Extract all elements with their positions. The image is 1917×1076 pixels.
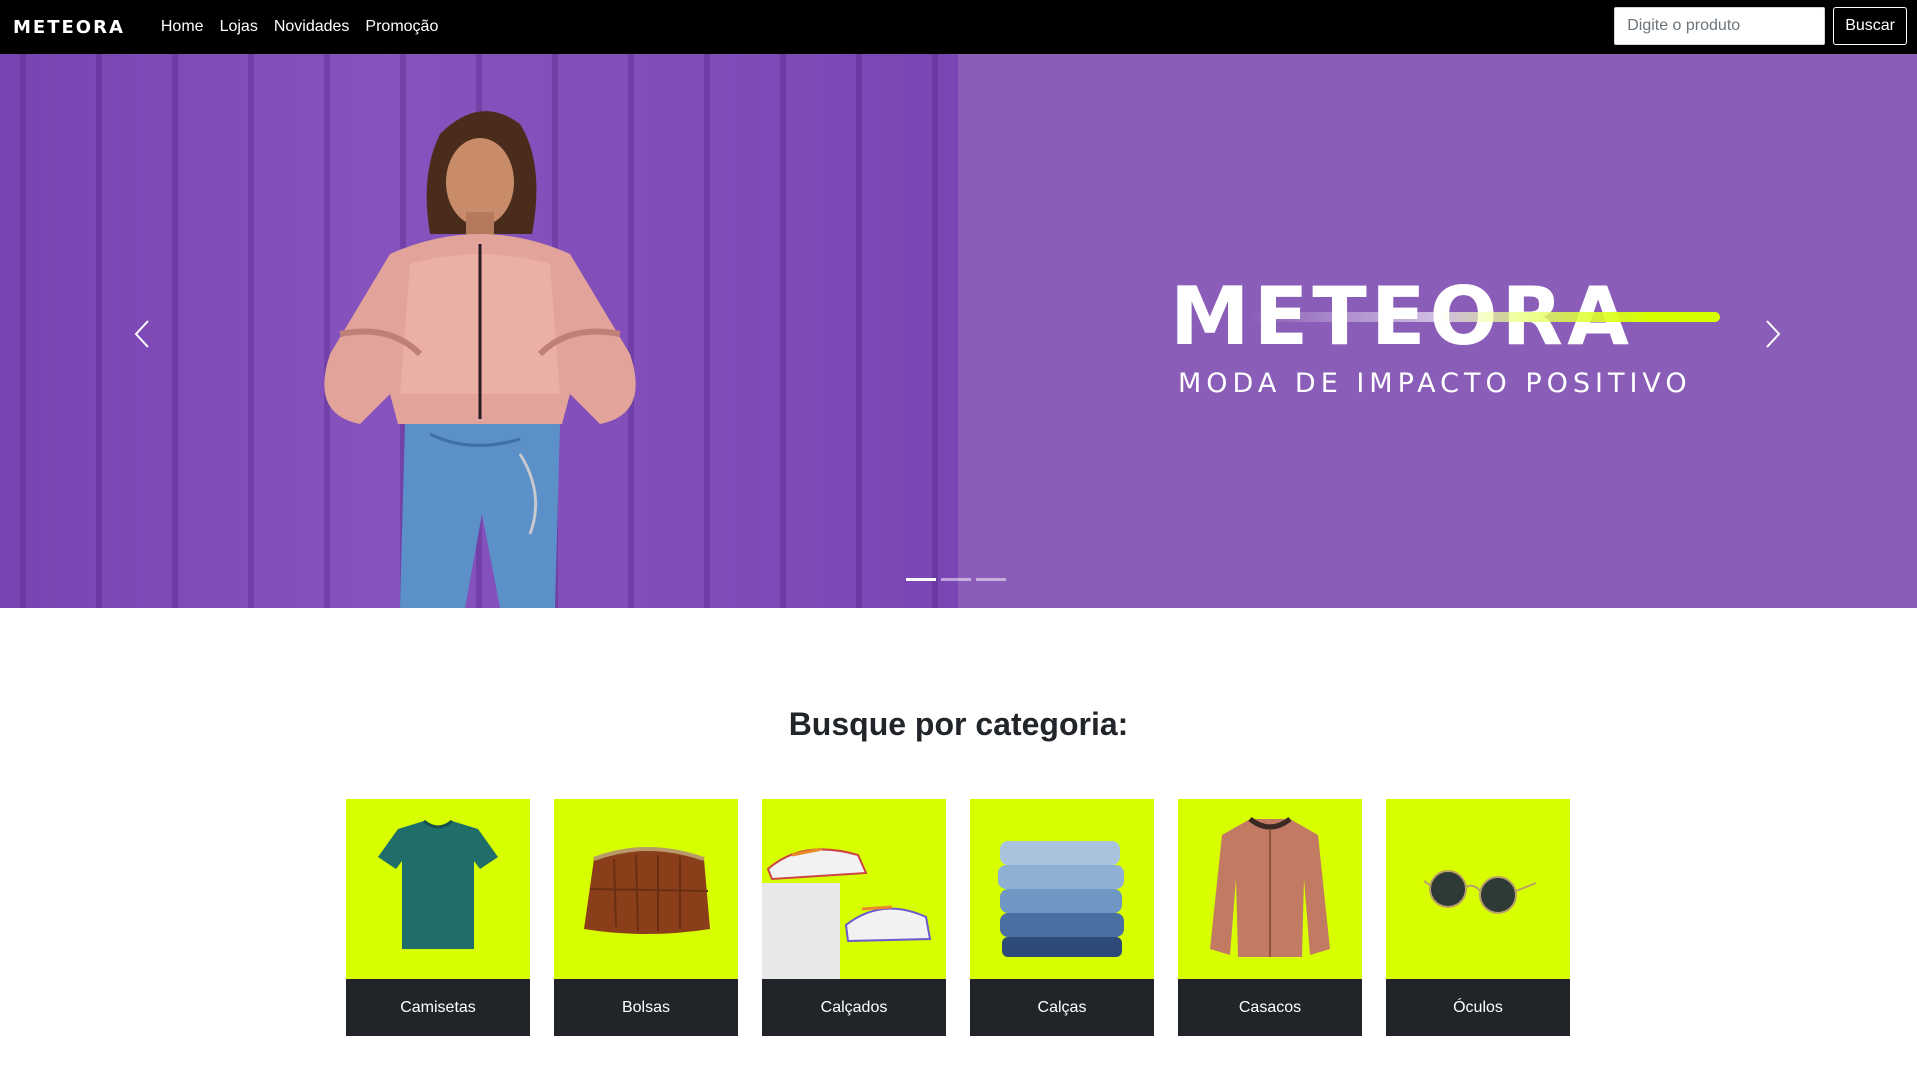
- site-logo[interactable]: METEORA: [13, 0, 125, 54]
- nav-link-lojas[interactable]: Lojas: [212, 0, 266, 54]
- category-section-title: Busque por categoria:: [788, 706, 1129, 742]
- hero-carousel: METEORA MODA DE IMPACTO POSITIVO: [0, 54, 1917, 608]
- category-card-casacos[interactable]: Casacos: [1178, 799, 1362, 1036]
- category-card-oculos[interactable]: Óculos: [1386, 799, 1570, 1036]
- model-illustration: [324, 111, 636, 608]
- hero-title: METEORA: [1170, 272, 1730, 362]
- category-label: Calças: [970, 979, 1154, 1036]
- category-card-calcas[interactable]: Calças: [970, 799, 1154, 1036]
- category-card-calcados[interactable]: Calçados: [762, 799, 946, 1036]
- handbag-image: [554, 799, 738, 979]
- category-label: Casacos: [1178, 979, 1362, 1036]
- chevron-left-icon: [134, 320, 149, 348]
- carousel-next-button[interactable]: [1743, 304, 1803, 364]
- category-cards: Camisetas Bolsas Calçados Calças Casacos…: [346, 799, 1570, 1036]
- category-card-bolsas[interactable]: Bolsas: [554, 799, 738, 1036]
- carousel-indicator-2[interactable]: [941, 578, 971, 581]
- search-input[interactable]: [1614, 7, 1826, 45]
- search-button[interactable]: Buscar: [1833, 7, 1907, 45]
- tshirt-image: [346, 799, 530, 979]
- meteor-streak-decoration: [1250, 312, 1720, 322]
- search-form: Buscar: [1614, 7, 1907, 45]
- jeans-image: [970, 799, 1154, 979]
- top-navbar: METEORA Home Lojas Novidades Promoção Bu…: [0, 0, 1917, 54]
- chevron-right-icon: [1766, 320, 1781, 348]
- sunglasses-image: [1386, 799, 1570, 979]
- category-label: Bolsas: [554, 979, 738, 1036]
- nav-link-novidades[interactable]: Novidades: [266, 0, 358, 54]
- category-label: Calçados: [762, 979, 946, 1036]
- logo-text: METEORA: [13, 16, 125, 38]
- nav-link-home[interactable]: Home: [153, 0, 212, 54]
- hero-brand-block: METEORA MODA DE IMPACTO POSITIVO: [1170, 272, 1730, 399]
- nav-links: Home Lojas Novidades Promoção: [153, 0, 446, 54]
- carousel-prev-button[interactable]: [112, 304, 172, 364]
- category-label: Óculos: [1386, 979, 1570, 1036]
- carousel-indicator-1[interactable]: [906, 578, 936, 581]
- hero-subtitle: MODA DE IMPACTO POSITIVO: [1178, 368, 1692, 399]
- nav-link-promocao[interactable]: Promoção: [357, 0, 446, 54]
- category-label: Camisetas: [346, 979, 530, 1036]
- page: METEORA Home Lojas Novidades Promoção Bu…: [0, 0, 1917, 1076]
- category-card-camisetas[interactable]: Camisetas: [346, 799, 530, 1036]
- carousel-indicators: [906, 578, 1006, 581]
- jacket-image: [1178, 799, 1362, 979]
- sneakers-image: [762, 799, 946, 979]
- carousel-indicator-3[interactable]: [976, 578, 1006, 581]
